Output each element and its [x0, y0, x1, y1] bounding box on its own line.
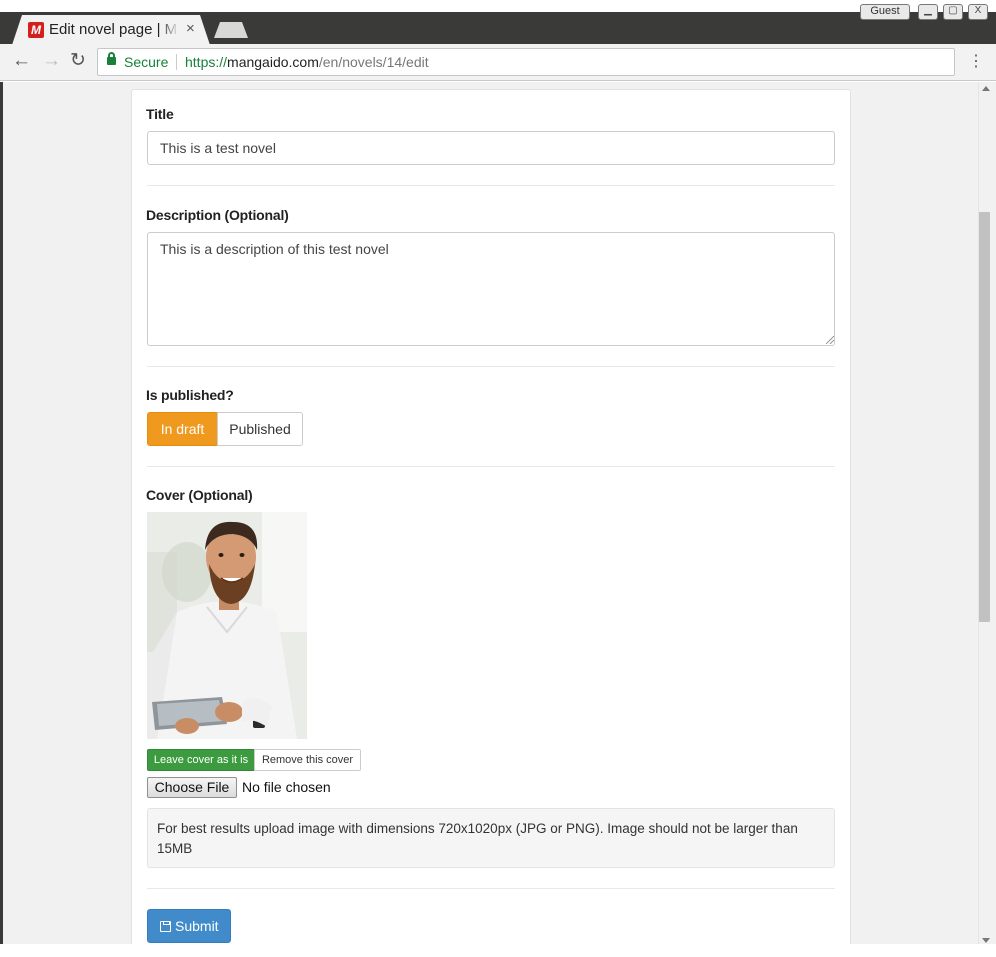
- url-scheme: https://: [185, 54, 228, 70]
- url-path: /en/novels/14/edit: [318, 54, 429, 70]
- divider: [147, 888, 835, 889]
- back-icon[interactable]: ←: [12, 51, 31, 71]
- tab-close-icon[interactable]: ×: [186, 20, 195, 37]
- browser-menu-icon[interactable]: ⋮: [968, 53, 984, 71]
- textarea-resize-handle[interactable]: [826, 336, 834, 344]
- minimize-icon: ▁: [924, 5, 932, 16]
- address-separator: [176, 54, 177, 70]
- divider: [147, 185, 835, 186]
- secure-label: Secure: [124, 54, 169, 70]
- lock-icon: [107, 52, 116, 65]
- profile-label: Guest: [870, 5, 900, 17]
- minimize-button[interactable]: ▁: [918, 4, 938, 20]
- remove-cover-button[interactable]: Remove this cover: [254, 749, 361, 771]
- submit-label: Submit: [175, 918, 219, 934]
- title-input[interactable]: This is a test novel: [147, 131, 835, 165]
- published-button[interactable]: Published: [217, 412, 303, 446]
- maximize-icon: ▢: [948, 5, 958, 16]
- divider: [147, 466, 835, 467]
- divider: [147, 366, 835, 367]
- maximize-button[interactable]: ▢: [943, 4, 963, 20]
- published-label: Is published?: [146, 387, 234, 403]
- cover-label: Cover (Optional): [146, 487, 253, 503]
- title-label: Title: [146, 106, 174, 122]
- submit-button[interactable]: Submit: [147, 909, 231, 943]
- scrollbar-thumb[interactable]: [979, 212, 990, 622]
- description-label: Description (Optional): [146, 207, 289, 223]
- scroll-down-icon[interactable]: [982, 938, 990, 943]
- url-host: mangaido.com: [227, 54, 319, 70]
- description-textarea[interactable]: This is a description of this test novel: [147, 232, 835, 346]
- profile-button[interactable]: Guest: [860, 4, 910, 20]
- cover-image: [147, 512, 307, 739]
- title-bar-top: [0, 0, 996, 12]
- save-icon: [160, 921, 171, 932]
- window-bottom-edge: [0, 944, 996, 957]
- window-close-button[interactable]: X: [968, 4, 988, 20]
- upload-help-text: For best results upload image with dimen…: [147, 808, 835, 868]
- tab-title: Edit novel page | Mangaido: [49, 21, 179, 38]
- browser-toolbar: ← → ↻ Secure https://mangaido.com/en/nov…: [0, 44, 996, 81]
- file-status: No file chosen: [242, 779, 331, 795]
- leave-cover-button[interactable]: Leave cover as it is: [147, 749, 255, 771]
- reload-icon[interactable]: ↻: [70, 51, 86, 71]
- url-text[interactable]: https://mangaido.com/en/novels/14/edit: [185, 54, 429, 70]
- window-close-icon: X: [974, 5, 982, 16]
- window-edge: [0, 82, 3, 944]
- scroll-up-icon[interactable]: [982, 86, 990, 91]
- choose-file-button[interactable]: Choose File: [147, 777, 237, 798]
- forward-icon[interactable]: →: [42, 51, 61, 71]
- new-tab-button[interactable]: [214, 22, 248, 38]
- browser-tab[interactable]: M Edit novel page | Mangaido ×: [12, 15, 210, 45]
- address-bar[interactable]: Secure https://mangaido.com/en/novels/14…: [97, 48, 955, 76]
- mangaido-favicon-icon: M: [28, 22, 44, 38]
- in-draft-button[interactable]: In draft: [147, 412, 218, 446]
